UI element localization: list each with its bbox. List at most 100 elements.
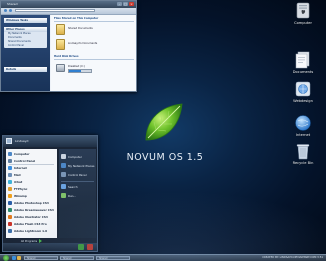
folder-label: Shared Documents <box>68 27 93 30</box>
pinned-program-item[interactable]: Adobe Lightroom 1.0 <box>7 228 56 235</box>
pinned-program-item[interactable]: Adobe Flash CS3 Pro <box>7 221 56 228</box>
program-icon <box>8 229 12 233</box>
program-icon <box>8 215 12 219</box>
pinned-program-item[interactable]: Winamp <box>7 193 56 200</box>
internet-icon <box>295 115 311 131</box>
program-label: Internet <box>14 166 27 170</box>
pinned-program-item[interactable]: iChat <box>7 179 56 186</box>
desktop: Shared – □ × Windows Tasks Other Places … <box>0 0 326 261</box>
program-icon <box>8 222 12 226</box>
program-label: Adobe Flash CS3 Pro <box>14 222 47 226</box>
drives-group-header: Hard Disk Drives <box>54 55 134 60</box>
close-button[interactable]: × <box>129 2 134 6</box>
program-icon <box>8 194 12 198</box>
minimize-button[interactable]: – <box>117 2 122 6</box>
menu-divider <box>61 181 94 182</box>
explorer-toolbar <box>1 8 136 15</box>
folder-item[interactable]: Lindsayd's Documents <box>56 39 98 50</box>
pinned-program-item[interactable]: Adobe Illustrator CS3 <box>7 214 56 221</box>
documents-icon <box>295 51 310 69</box>
place-icon <box>61 193 66 198</box>
desktop-icon-recycle-bin[interactable]: Recycle Bin <box>282 142 324 172</box>
place-icon <box>61 172 66 177</box>
program-label: Adobe Dreamweaver CS3 <box>14 208 54 212</box>
folder-label: Lindsayd's Documents <box>68 42 98 45</box>
place-link[interactable]: Control Panel <box>4 44 47 48</box>
folder-icon <box>56 39 65 50</box>
place-label: Run... <box>68 194 77 198</box>
computer-icon <box>296 2 310 19</box>
details-header[interactable]: Details <box>4 67 47 72</box>
start-menu-place-item[interactable]: Run... <box>61 192 95 200</box>
pinned-program-item[interactable]: Internet <box>7 165 56 172</box>
window-controls: – □ × <box>117 2 134 6</box>
explorer-window[interactable]: Shared – □ × Windows Tasks Other Places … <box>0 0 137 92</box>
place-label: Control Panel <box>68 173 87 177</box>
leaf-logo-icon <box>145 103 183 141</box>
start-menu-place-item[interactable]: Control Panel <box>61 171 95 179</box>
program-label: Adobe Illustrator CS3 <box>14 215 48 219</box>
explorer-content: Files Stored on This Computer Shared Doc… <box>51 15 136 91</box>
program-label: Adobe Photoshop CS3 <box>14 201 49 205</box>
start-menu-footer <box>3 243 97 251</box>
program-label: FTPSync <box>14 187 28 191</box>
pinned-program-item[interactable]: FTPSync <box>7 186 56 193</box>
desktop-icon-label: Internet <box>295 133 311 137</box>
start-menu-place-item[interactable]: Search <box>61 183 95 191</box>
place-icon <box>61 163 66 168</box>
desktop-icon-internet[interactable]: Internet <box>282 114 324 144</box>
user-name: Lindsayd <box>15 139 29 143</box>
quick-launch-internet-icon[interactable] <box>12 256 16 260</box>
program-label: iChat <box>14 180 23 184</box>
pinned-program-item[interactable]: Adobe Photoshop CS3 <box>7 200 56 207</box>
program-icon <box>8 180 12 184</box>
details-panel: Details <box>4 67 47 72</box>
program-icon <box>8 201 12 205</box>
explorer-sidebar: Windows Tasks Other Places My Network Pl… <box>1 15 50 91</box>
pinned-program-item[interactable]: Mail <box>7 172 56 179</box>
drive-usage-fill <box>69 70 82 72</box>
program-icon <box>8 166 12 170</box>
desktop-icon-label: Webdesign <box>293 99 313 103</box>
taskbar: Shared Shared Shared CREATED BY: LINDSAY… <box>0 254 326 261</box>
quick-launch-folder-icon[interactable] <box>17 256 21 260</box>
maximize-button[interactable]: □ <box>123 2 128 6</box>
recycle-bin-icon <box>296 144 310 160</box>
desktop-icon-label: Documents <box>292 70 314 74</box>
explorer-title-bar[interactable]: Shared – □ × <box>1 1 136 8</box>
program-label: Winamp <box>14 194 27 198</box>
log-off-icon[interactable] <box>78 244 84 250</box>
desktop-icon-computer[interactable]: Computer <box>282 2 324 32</box>
drive-item[interactable]: Disabled (C:) <box>56 62 96 73</box>
other-places-panel: Other Places My Network Places Documents… <box>4 27 47 48</box>
program-icon <box>8 187 12 191</box>
place-label: My Network Places <box>68 164 95 168</box>
system-tray-text: CREATED BY: LINDSAYD.DEVIANTART.COM 3:51 <box>262 256 323 259</box>
start-menu-header: Lindsayd <box>3 136 97 147</box>
desktop-icon-webdesign[interactable]: Webdesign <box>282 80 324 110</box>
start-menu-place-item[interactable]: My Network Places <box>61 162 95 170</box>
pinned-program-item[interactable]: Adobe Dreamweaver CS3 <box>7 207 56 214</box>
tasks-panel-header[interactable]: Windows Tasks <box>4 18 47 23</box>
desktop-icon-label: Computer <box>294 21 312 25</box>
program-icon <box>8 208 12 212</box>
forward-icon[interactable] <box>9 9 12 12</box>
taskbar-task[interactable]: Shared <box>24 256 58 260</box>
program-icon <box>8 173 12 177</box>
folder-icon <box>56 24 65 35</box>
desktop-icon-documents[interactable]: Documents <box>282 51 324 81</box>
hard-drive-icon <box>56 64 65 72</box>
taskbar-task[interactable]: Shared <box>96 256 130 260</box>
program-label: Mail <box>14 173 21 177</box>
program-label: Adobe Lightroom 1.0 <box>14 229 48 233</box>
os-brand-title: NOVUM OS 1.5 <box>126 152 204 163</box>
back-icon[interactable] <box>4 9 7 12</box>
avatar[interactable] <box>6 138 12 144</box>
explorer-title: Shared <box>7 2 18 6</box>
shutdown-icon[interactable] <box>87 244 93 250</box>
taskbar-task[interactable]: Shared <box>60 256 94 260</box>
address-bar[interactable] <box>15 9 95 12</box>
start-button[interactable] <box>3 255 9 261</box>
folder-item[interactable]: Shared Documents <box>56 24 96 35</box>
drive-usage-bar <box>68 69 92 73</box>
